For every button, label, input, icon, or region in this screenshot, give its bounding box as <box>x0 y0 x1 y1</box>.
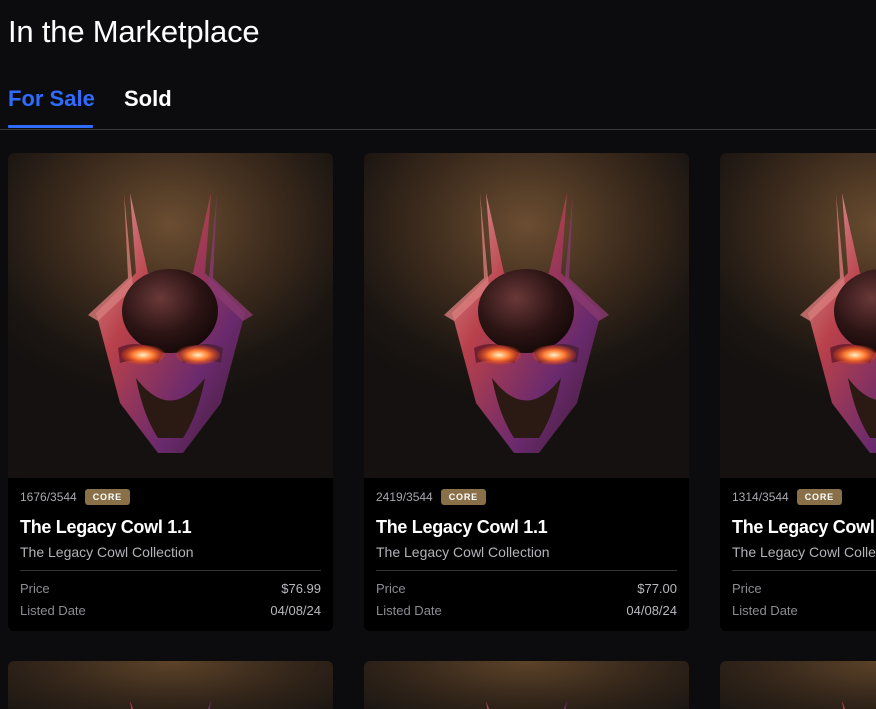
listing-card-partial[interactable] <box>364 661 689 709</box>
cowl-mask-icon <box>444 193 609 453</box>
listing-card[interactable]: 2419/3544 CORE The Legacy Cowl 1.1 The L… <box>364 153 689 631</box>
edition-row: 1314/3544 CORE <box>732 489 842 505</box>
listing-name: The Legacy Cowl 1.1 <box>20 517 192 537</box>
collection-name: The Legacy Cowl Collection <box>20 544 194 560</box>
edition-number: 1676/3544 <box>20 490 77 504</box>
price-value: $77.00 <box>637 581 677 596</box>
listing-image <box>8 153 333 478</box>
divider <box>732 570 876 571</box>
edition-row: 2419/3544 CORE <box>376 489 486 505</box>
listed-date-label: Listed Date <box>20 603 86 618</box>
price-value: $76.99 <box>281 581 321 596</box>
cowl-mask-icon <box>842 701 846 709</box>
listed-date-value: 04/08/24 <box>626 603 677 618</box>
divider <box>20 570 321 571</box>
cowl-mask-icon <box>88 193 253 453</box>
price-label: Price <box>20 581 50 596</box>
rarity-badge: CORE <box>440 489 486 505</box>
page-title: In the Marketplace <box>8 14 260 49</box>
tab-for-sale[interactable]: For Sale <box>8 86 95 112</box>
edition-row: 1676/3544 CORE <box>20 489 130 505</box>
listing-image <box>720 153 876 478</box>
tab-sold[interactable]: Sold <box>124 86 172 112</box>
rarity-badge: CORE <box>84 489 130 505</box>
cowl-mask-icon <box>130 701 211 709</box>
listing-card-partial[interactable] <box>720 661 876 709</box>
collection-name: The Legacy Cowl Colle <box>732 544 876 560</box>
divider <box>376 570 677 571</box>
listing-card[interactable]: 1314/3544 CORE The Legacy Cowl The Legac… <box>720 153 876 631</box>
tab-bar: For Sale Sold <box>0 82 876 130</box>
cowl-mask-icon <box>486 701 567 709</box>
edition-number: 2419/3544 <box>376 490 433 504</box>
listing-name: The Legacy Cowl 1.1 <box>376 517 548 537</box>
edition-number: 1314/3544 <box>732 490 789 504</box>
collection-name: The Legacy Cowl Collection <box>376 544 550 560</box>
price-label: Price <box>376 581 406 596</box>
price-label: Price <box>732 581 762 596</box>
listed-date-label: Listed Date <box>376 603 442 618</box>
listing-name: The Legacy Cowl <box>732 517 875 537</box>
rarity-badge: CORE <box>796 489 842 505</box>
listed-date-label: Listed Date <box>732 603 798 618</box>
listing-card[interactable]: 1676/3544 CORE The Legacy Cowl 1.1 The L… <box>8 153 333 631</box>
active-tab-indicator <box>8 125 93 128</box>
cowl-mask-icon <box>800 193 876 453</box>
listed-date-value: 04/08/24 <box>270 603 321 618</box>
listing-card-partial[interactable] <box>8 661 333 709</box>
listing-image <box>364 153 689 478</box>
marketplace-page: In the Marketplace For Sale Sold 1676/35… <box>0 0 876 709</box>
